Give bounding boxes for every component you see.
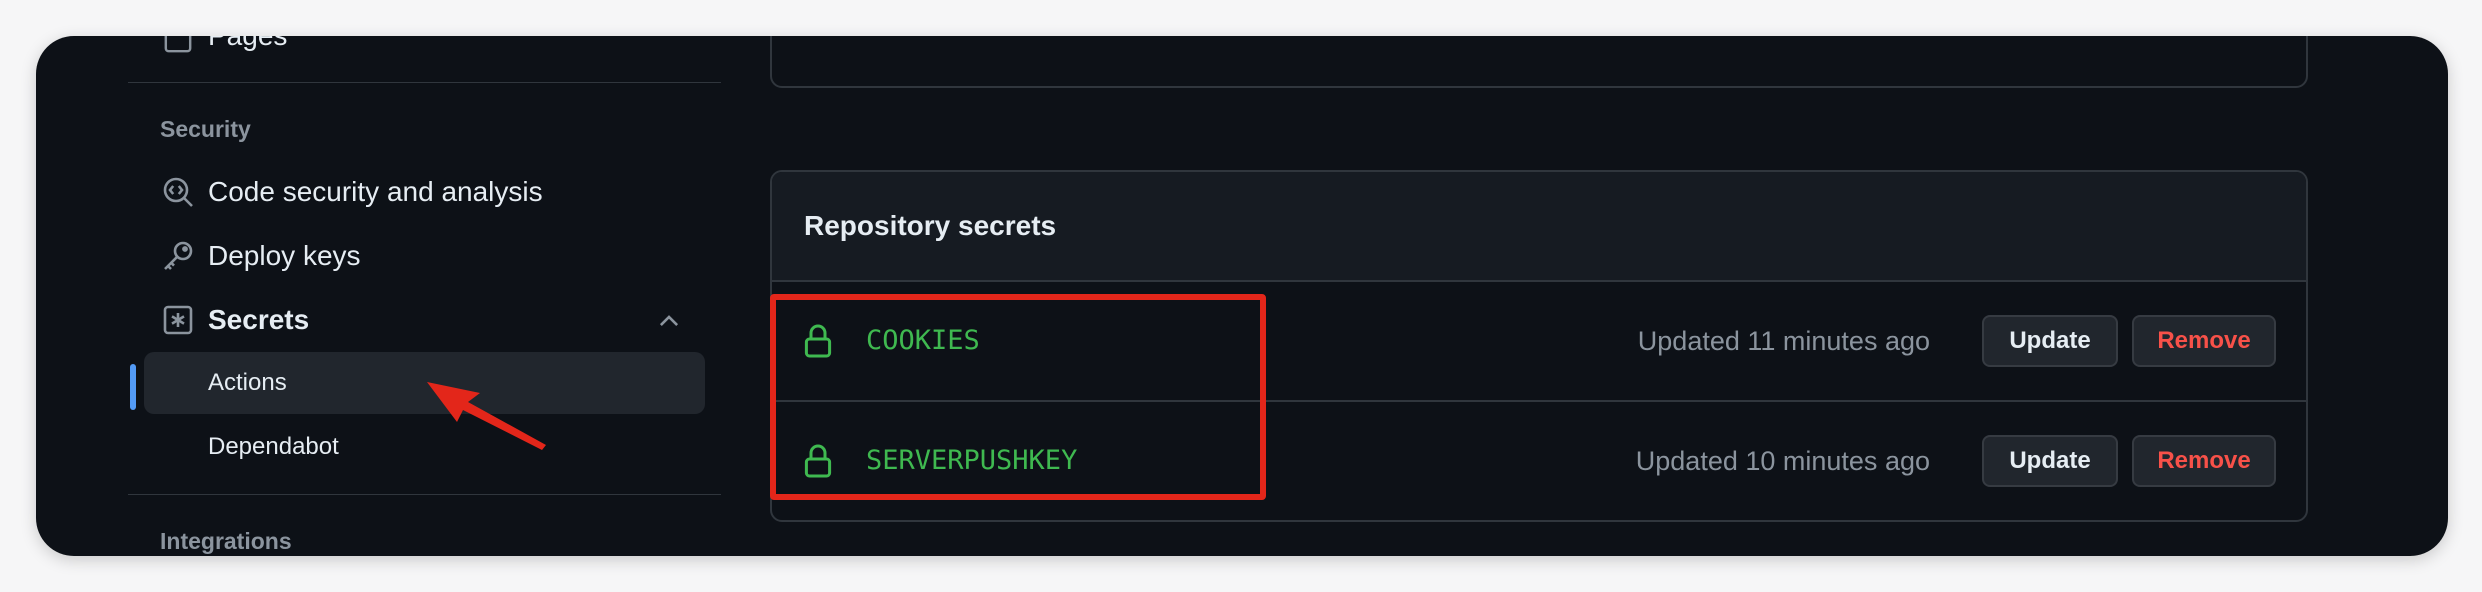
annotation-arrow [427, 382, 546, 450]
settings-window: Pages Security Code security and analysi… [36, 36, 2448, 556]
